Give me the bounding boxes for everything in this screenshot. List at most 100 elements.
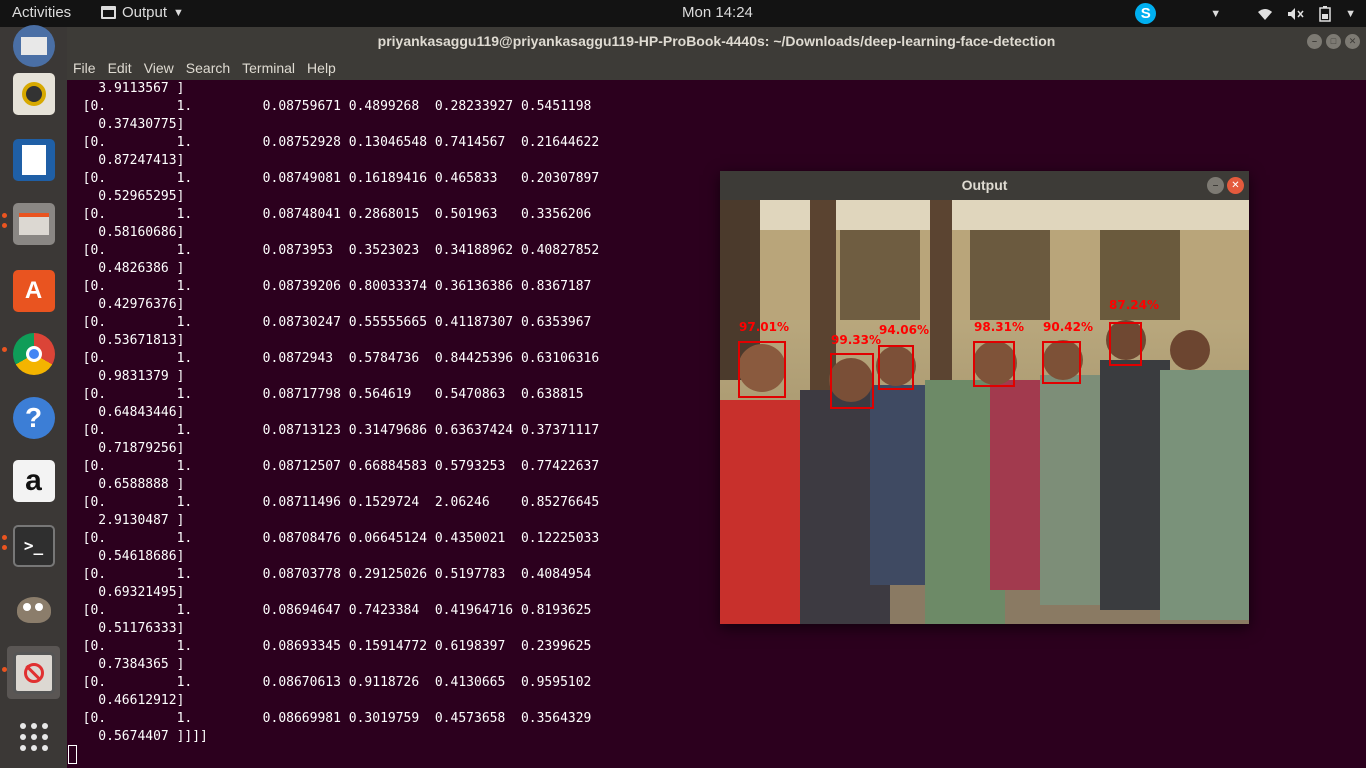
- terminal-line: [0. 1. 0.08752928 0.13046548 0.7414567 0…: [67, 135, 600, 150]
- terminal-line: [0. 1. 0.08693345 0.15914772 0.6198397 0…: [67, 639, 592, 654]
- terminal-line: 0.58160686]: [67, 225, 185, 240]
- show-applications-button[interactable]: [7, 710, 60, 763]
- menu-help[interactable]: Help: [307, 60, 336, 76]
- dock-item-output[interactable]: [7, 646, 60, 699]
- app-menu-label: Output: [122, 4, 168, 21]
- dock-item-amazon[interactable]: a: [7, 454, 60, 507]
- face-box: [738, 341, 786, 398]
- terminal-line: 0.37430775]: [67, 117, 185, 132]
- face-confidence-label: 87.24%: [1109, 298, 1159, 312]
- face-box: [973, 341, 1015, 387]
- terminal-line: [0. 1. 0.08708476 0.06645124 0.4350021 0…: [67, 531, 600, 546]
- menu-edit[interactable]: Edit: [108, 60, 132, 76]
- terminal-line: [0. 1. 0.08670613 0.9118726 0.4130665 0.…: [67, 675, 592, 690]
- dock-item-files[interactable]: [7, 197, 60, 250]
- terminal-line: [0. 1. 0.08717798 0.564619 0.5470863 0.6…: [67, 387, 584, 402]
- terminal-line: [0. 1. 0.08694647 0.7423384 0.41964716 0…: [67, 603, 592, 618]
- gimp-icon: [13, 589, 55, 631]
- terminal-line: 0.87247413]: [67, 153, 185, 168]
- terminal-line: [0. 1. 0.08748041 0.2868015 0.501963 0.3…: [67, 207, 592, 222]
- terminal-line: 0.6588888 ]: [67, 477, 185, 492]
- face-confidence-label: 98.31%: [974, 320, 1024, 334]
- window-icon: [101, 6, 116, 19]
- terminal-line: 0.5674407 ]]]]: [67, 729, 208, 744]
- top-panel: Activities Output ▼ Mon 14:24 S ▼ ▼: [0, 0, 1366, 27]
- terminal-line: [0. 1. 0.08730247 0.55555665 0.41187307 …: [67, 315, 592, 330]
- terminal-line: 0.52965295]: [67, 189, 185, 204]
- dock-item-thunderbird[interactable]: [7, 19, 60, 72]
- tray-dropdown-icon[interactable]: ▼: [1210, 8, 1221, 20]
- dock-item-chrome[interactable]: [7, 327, 60, 380]
- terminal-line: 0.46612912]: [67, 693, 185, 708]
- volume-muted-icon[interactable]: [1287, 7, 1305, 21]
- dock-item-software[interactable]: A: [7, 264, 60, 317]
- dock-item-terminal[interactable]: >_: [7, 519, 60, 572]
- face-confidence-label: 97.01%: [739, 320, 789, 334]
- terminal-line: 0.69321495]: [67, 585, 185, 600]
- face-box: [878, 345, 914, 390]
- terminal-line: [0. 1. 0.08711496 0.1529724 2.06246 0.85…: [67, 495, 600, 510]
- maximize-button[interactable]: □: [1326, 34, 1341, 49]
- terminal-line: 0.42976376]: [67, 297, 185, 312]
- wifi-icon[interactable]: [1257, 7, 1273, 21]
- system-menu-chevron-icon[interactable]: ▼: [1345, 8, 1356, 20]
- terminal-icon: >_: [12, 524, 55, 567]
- terminal-line: 3.9113567 ]: [67, 81, 185, 96]
- terminal-title: priyankasaggu119@priyankasaggu119-HP-Pro…: [377, 33, 1056, 49]
- menu-terminal[interactable]: Terminal: [242, 60, 295, 76]
- terminal-line: [0. 1. 0.08703778 0.29125026 0.5197783 0…: [67, 567, 592, 582]
- dock: A ? a >_: [0, 24, 67, 768]
- terminal-line: [0. 1. 0.08759671 0.4899268 0.28233927 0…: [67, 99, 592, 114]
- close-button[interactable]: ✕: [1345, 34, 1360, 49]
- terminal-line: [0. 1. 0.08669981 0.3019759 0.4573658 0.…: [67, 711, 592, 726]
- system-tray: S ▼ ▼: [1135, 3, 1356, 24]
- thunderbird-icon: [12, 24, 55, 67]
- detection-image: 97.01% 99.33% 94.06% 98.31% 90.42% 87.24…: [720, 200, 1249, 624]
- terminal-line: [0. 1. 0.08749081 0.16189416 0.465833 0.…: [67, 171, 600, 186]
- terminal-line: 0.54618686]: [67, 549, 185, 564]
- writer-icon: [12, 138, 55, 181]
- dock-item-writer[interactable]: [7, 133, 60, 186]
- face-box: [830, 353, 874, 409]
- output-titlebar[interactable]: Output – ✕: [720, 171, 1249, 200]
- photo-scene: [720, 200, 1249, 624]
- face-confidence-label: 94.06%: [879, 323, 929, 337]
- clock[interactable]: Mon 14:24: [682, 4, 753, 21]
- terminal-titlebar[interactable]: priyankasaggu119@priyankasaggu119-HP-Pro…: [67, 27, 1366, 56]
- rhythmbox-icon: [12, 72, 55, 115]
- face-confidence-label: 99.33%: [831, 333, 881, 347]
- terminal-line: 0.64843446]: [67, 405, 185, 420]
- app-menu[interactable]: Output ▼: [101, 4, 184, 21]
- close-button[interactable]: ✕: [1227, 177, 1244, 194]
- chevron-down-icon: ▼: [173, 6, 184, 19]
- terminal-line: 0.7384365 ]: [67, 657, 185, 672]
- show-apps-icon: [19, 722, 48, 751]
- files-icon: [12, 202, 55, 245]
- output-window-icon: [12, 651, 55, 694]
- face-box: [1042, 341, 1081, 384]
- amazon-icon: a: [12, 459, 55, 502]
- menu-search[interactable]: Search: [186, 60, 230, 76]
- terminal-line: [0. 1. 0.0872943 0.5784736 0.84425396 0.…: [67, 351, 600, 366]
- terminal-line: 0.53671813]: [67, 333, 185, 348]
- menu-view[interactable]: View: [144, 60, 174, 76]
- terminal-line: [0. 1. 0.08712507 0.66884583 0.5793253 0…: [67, 459, 600, 474]
- minimize-button[interactable]: –: [1207, 177, 1224, 194]
- software-icon: A: [12, 269, 55, 312]
- terminal-line: 0.9831379 ]: [67, 369, 185, 384]
- skype-icon[interactable]: S: [1135, 3, 1157, 24]
- terminal-line: 2.9130487 ]: [67, 513, 185, 528]
- face-confidence-label: 90.42%: [1043, 320, 1093, 334]
- minimize-button[interactable]: –: [1307, 34, 1322, 49]
- dock-item-rhythmbox[interactable]: [7, 67, 60, 120]
- terminal-menubar: File Edit View Search Terminal Help: [67, 56, 1366, 80]
- help-icon: ?: [12, 396, 55, 439]
- output-title: Output: [961, 177, 1008, 193]
- battery-icon[interactable]: [1319, 5, 1331, 22]
- chrome-icon: [12, 332, 55, 375]
- menu-file[interactable]: File: [73, 60, 96, 76]
- terminal-line: [0. 1. 0.0873953 0.3523023 0.34188962 0.…: [67, 243, 600, 258]
- dock-item-help[interactable]: ?: [7, 391, 60, 444]
- dock-item-gimp[interactable]: [7, 583, 60, 636]
- terminal-line: [0. 1. 0.08713123 0.31479686 0.63637424 …: [67, 423, 600, 438]
